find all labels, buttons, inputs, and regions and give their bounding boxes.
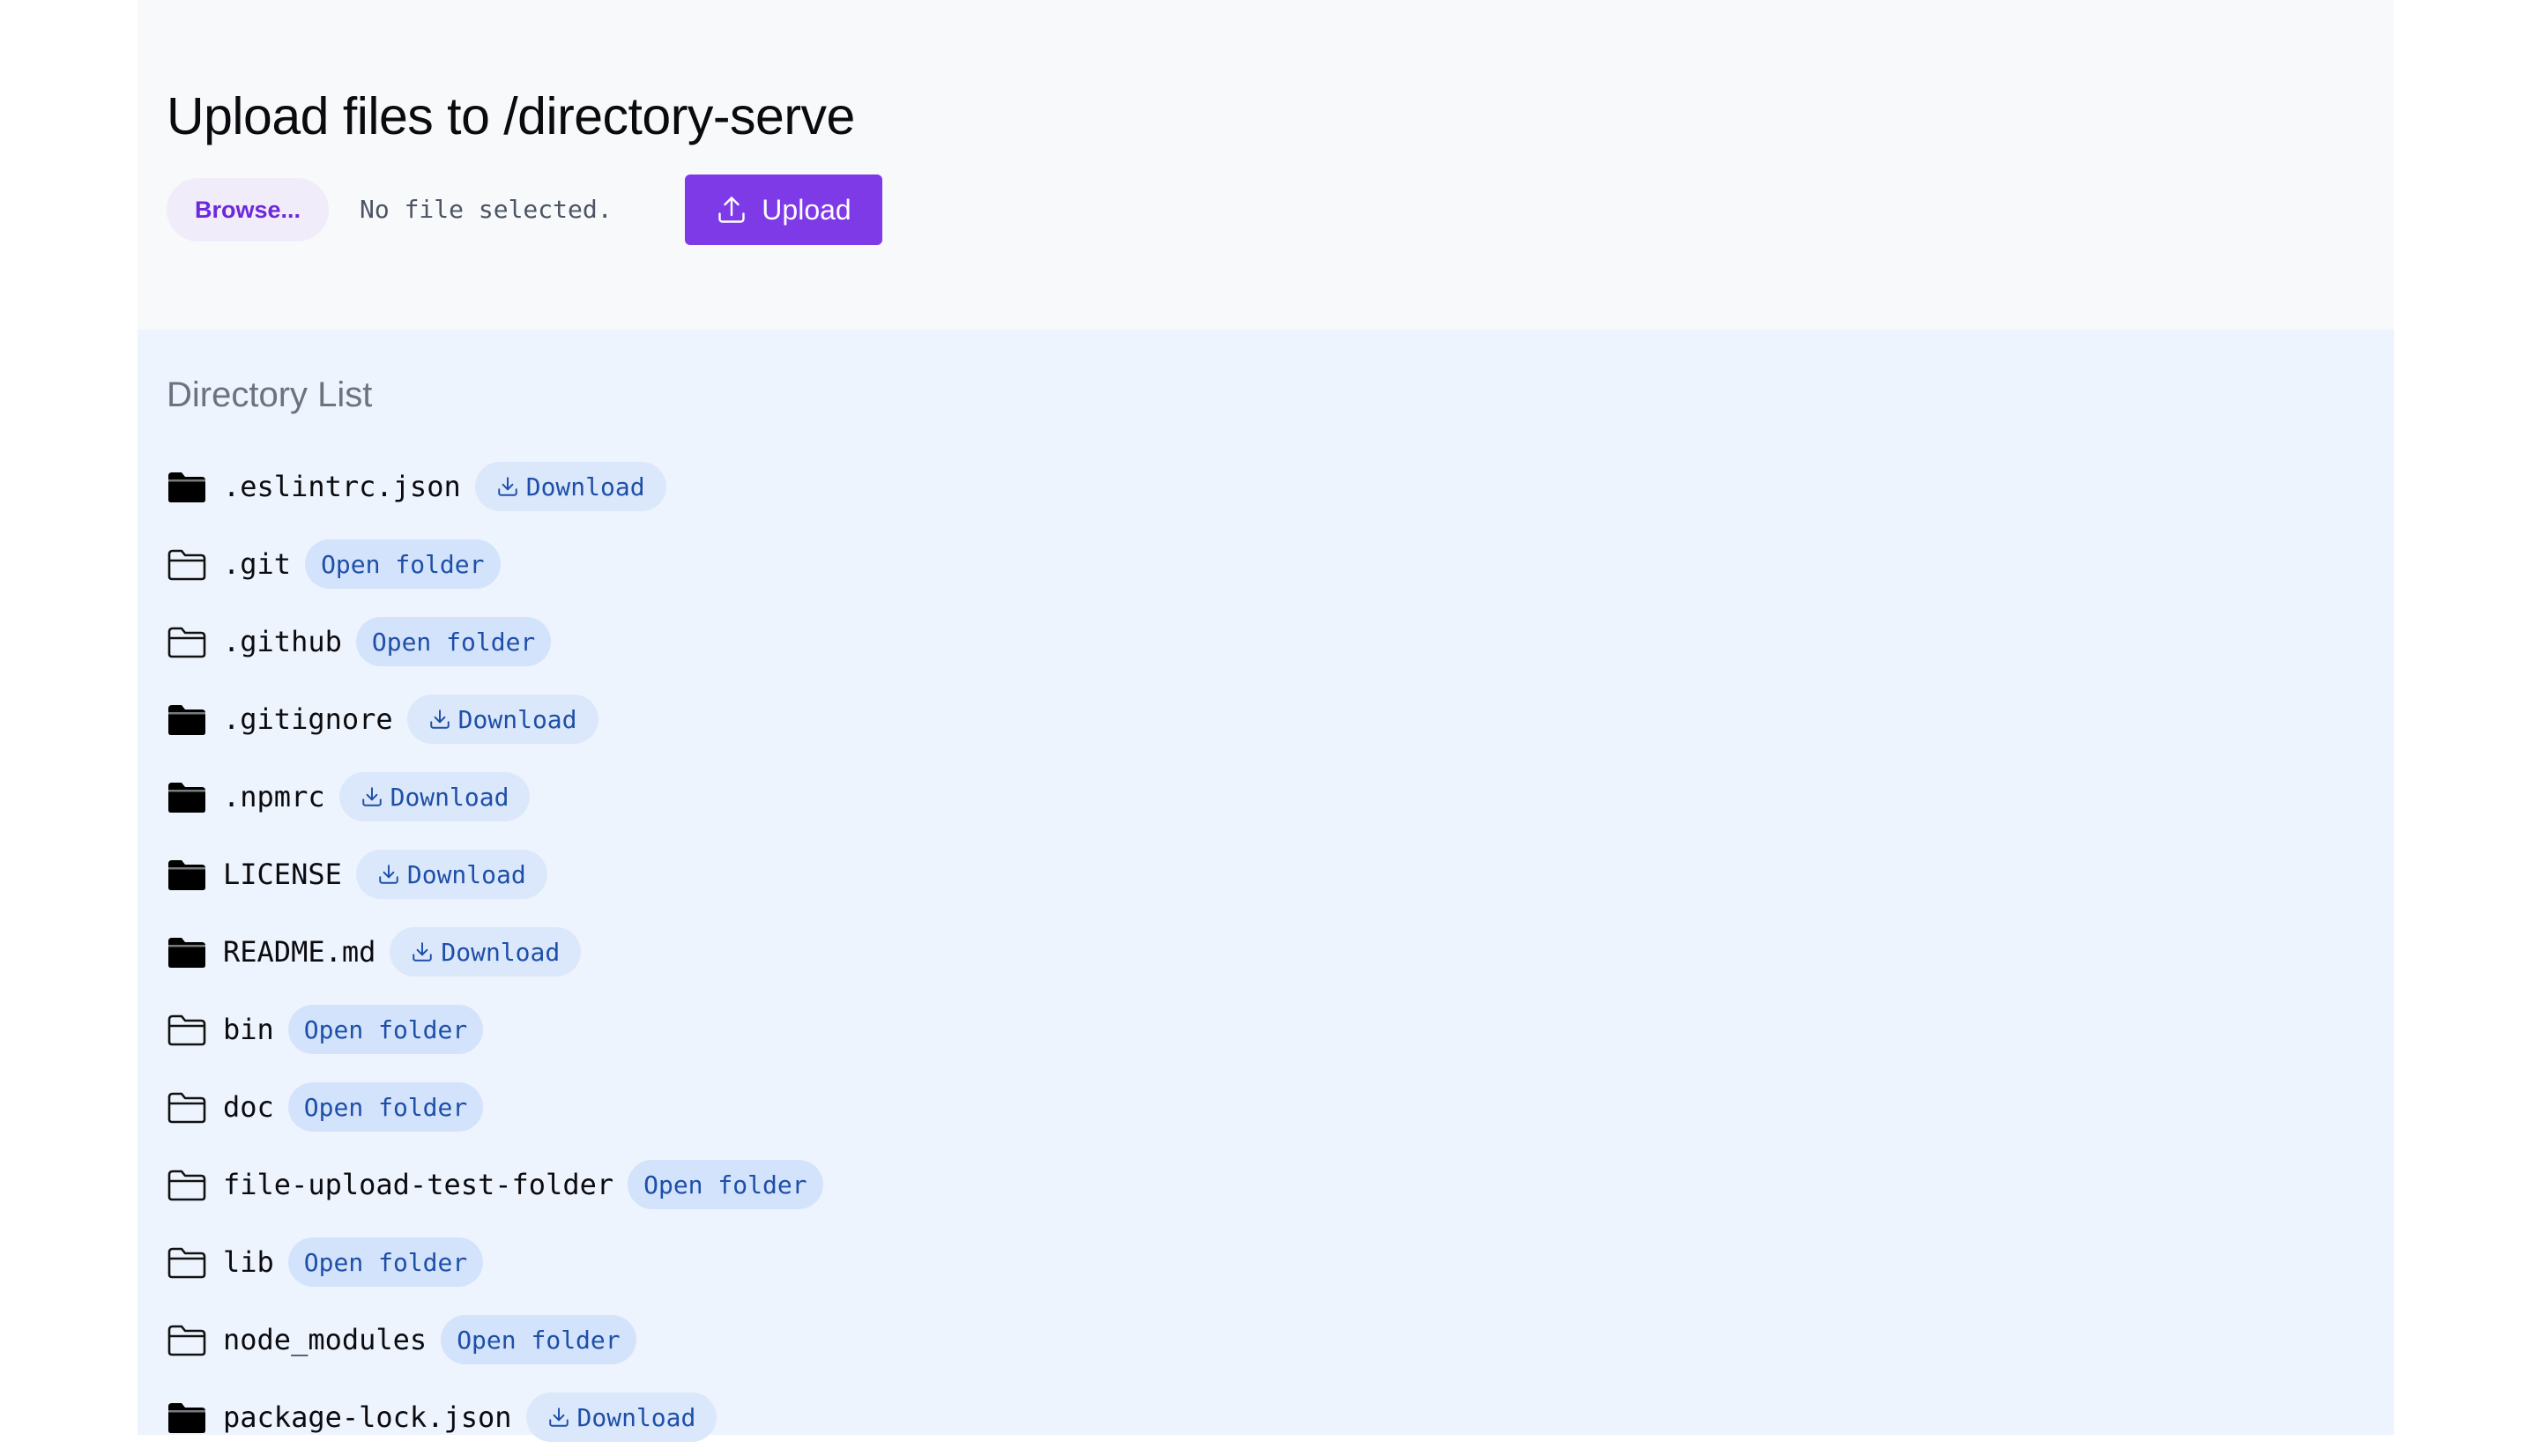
action-label: Open folder	[457, 1325, 621, 1355]
browse-button[interactable]: Browse...	[167, 178, 329, 241]
action-label: Open folder	[321, 549, 485, 579]
entry-name: doc	[223, 1090, 274, 1124]
download-button[interactable]: Download	[406, 695, 598, 744]
entry-name: .gitignore	[223, 702, 393, 736]
open-folder-button[interactable]: Open folder	[441, 1315, 636, 1364]
entry-name: package-lock.json	[223, 1400, 512, 1434]
entry-name: README.md	[223, 935, 376, 969]
folder-filled-icon	[167, 1400, 207, 1435]
download-button[interactable]: Download	[338, 772, 531, 821]
action-label: Open folder	[303, 1092, 468, 1122]
entry-name: file-upload-test-folder	[223, 1168, 614, 1201]
list-item: doc Open folder	[167, 1068, 823, 1146]
directory-list-section: Directory List .eslintrc.json Download .gi…	[138, 330, 2394, 1442]
upload-section: Upload files to /directory-serve Browse.…	[138, 0, 2394, 330]
upload-button-label: Upload	[762, 193, 851, 226]
list-item: bin Open folder	[167, 991, 823, 1068]
action-label: Open folder	[303, 1247, 468, 1277]
list-item: .gitignore Download	[167, 680, 823, 758]
list-item: .github Open folder	[167, 603, 823, 680]
action-label: Download	[576, 1402, 696, 1432]
entry-name: .git	[223, 547, 292, 581]
folder-outline-icon	[167, 1089, 207, 1125]
entry-name: bin	[223, 1013, 274, 1046]
entry-name: .npmrc	[223, 780, 325, 813]
folder-outline-icon	[167, 624, 207, 659]
entry-name: lib	[223, 1245, 274, 1279]
download-icon	[547, 1406, 570, 1429]
download-icon	[411, 940, 434, 963]
entry-name: node_modules	[223, 1323, 427, 1356]
list-item: .eslintrc.json Download	[167, 448, 823, 525]
action-label: Download	[441, 937, 561, 967]
action-label: Open folder	[643, 1170, 807, 1200]
upload-button[interactable]: Upload	[685, 175, 882, 245]
action-label: Download	[525, 472, 645, 501]
folder-outline-icon	[167, 1244, 207, 1280]
open-folder-button[interactable]: Open folder	[355, 617, 552, 666]
action-label: Download	[406, 859, 526, 889]
folder-outline-icon	[167, 1012, 207, 1047]
download-icon	[428, 708, 451, 731]
list-item: README.md Download	[167, 913, 823, 991]
folder-filled-icon	[167, 702, 207, 737]
download-icon	[361, 785, 383, 808]
action-label: Open folder	[371, 627, 536, 657]
list-item: .git Open folder	[167, 525, 823, 603]
open-folder-button[interactable]: Open folder	[628, 1160, 823, 1209]
folder-filled-icon	[167, 934, 207, 969]
folder-outline-icon	[167, 1167, 207, 1202]
directory-list-heading: Directory List	[167, 375, 373, 414]
action-label: Open folder	[303, 1014, 468, 1044]
list-item: .npmrc Download	[167, 758, 823, 836]
list-item: package-lock.json Download	[167, 1378, 823, 1456]
download-button[interactable]: Download	[355, 850, 547, 899]
action-label: Download	[390, 782, 509, 812]
entry-name: LICENSE	[223, 858, 342, 891]
list-item: LICENSE Download	[167, 836, 823, 913]
list-item: lib Open folder	[167, 1223, 823, 1301]
folder-outline-icon	[167, 1322, 207, 1357]
open-folder-button[interactable]: Open folder	[287, 1237, 484, 1287]
entry-name: .eslintrc.json	[223, 470, 461, 503]
list-item: file-upload-test-folder Open folder	[167, 1146, 823, 1223]
file-status-text: No file selected.	[360, 195, 613, 224]
folder-filled-icon	[167, 779, 207, 814]
folder-filled-icon	[167, 469, 207, 504]
download-icon	[496, 475, 519, 498]
page-title: Upload files to /directory-serve	[167, 87, 855, 145]
open-folder-button[interactable]: Open folder	[287, 1082, 484, 1132]
list-item: node_modules Open folder	[167, 1301, 823, 1378]
folder-outline-icon	[167, 546, 207, 582]
directory-entries: .eslintrc.json Download .git Open folder .gi…	[167, 448, 823, 1456]
entry-name: .github	[223, 625, 342, 658]
page-container: Upload files to /directory-serve Browse.…	[138, 0, 2394, 1442]
upload-icon	[716, 194, 747, 226]
open-folder-button[interactable]: Open folder	[305, 539, 501, 589]
open-folder-button[interactable]: Open folder	[287, 1005, 484, 1054]
download-button[interactable]: Download	[390, 927, 582, 977]
download-icon	[377, 863, 400, 886]
download-button[interactable]: Download	[474, 462, 666, 511]
folder-filled-icon	[167, 857, 207, 892]
action-label: Download	[457, 704, 577, 734]
